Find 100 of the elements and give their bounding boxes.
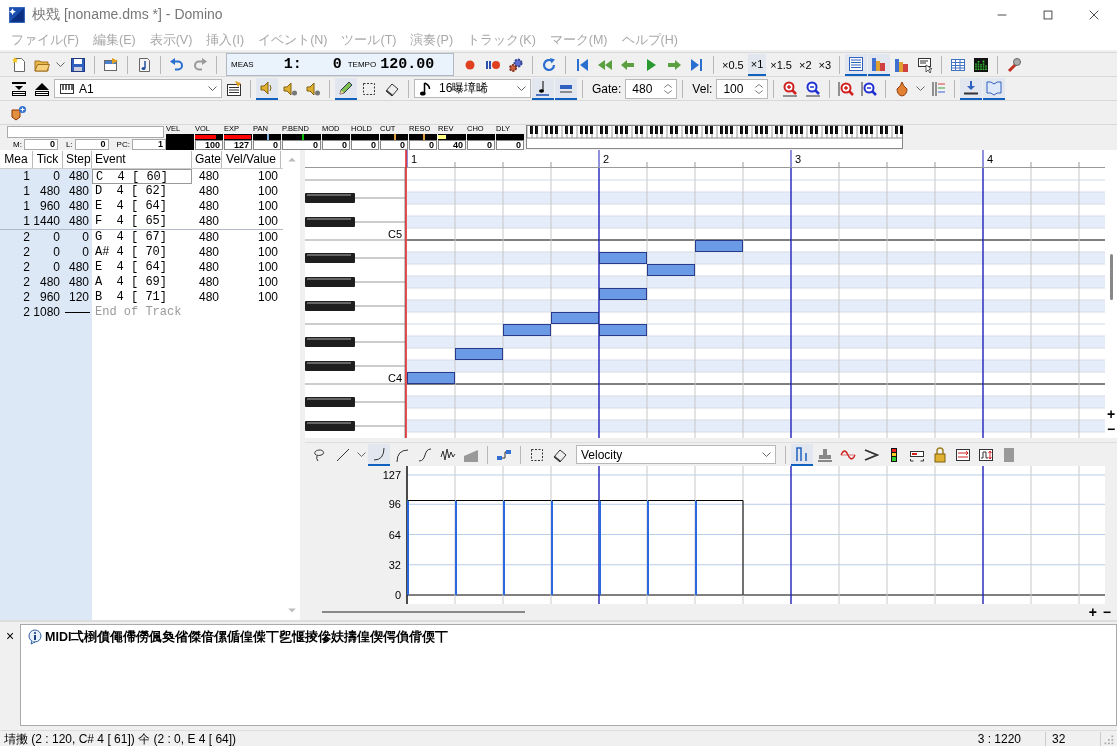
table-cell-text: 0 bbox=[52, 230, 61, 245]
note-icon bbox=[535, 79, 551, 96]
gear-icon bbox=[508, 56, 524, 73]
piano-keyboard-drawing[interactable] bbox=[305, 167, 406, 438]
note-block[interactable] bbox=[551, 312, 599, 324]
note-grid[interactable] bbox=[406, 167, 1105, 438]
table-cell[interactable]: G 4 [ 67] bbox=[92, 230, 192, 245]
table-cell-text: 2 bbox=[22, 230, 31, 245]
note-block[interactable] bbox=[599, 288, 647, 300]
note-block[interactable] bbox=[599, 252, 647, 264]
table-cell-text: 480 bbox=[197, 169, 220, 184]
toolbar-button[interactable] bbox=[845, 53, 868, 76]
table-cell[interactable]: C 4 [ 60] bbox=[92, 169, 192, 184]
s-curve-icon bbox=[417, 446, 433, 463]
key-label: C4 bbox=[387, 372, 402, 384]
axis-label: 64 bbox=[388, 528, 401, 541]
book-icon bbox=[986, 79, 1003, 96]
note-block[interactable] bbox=[407, 372, 455, 384]
velocity-bar[interactable] bbox=[695, 499, 744, 596]
note-block[interactable] bbox=[455, 348, 503, 360]
redo-icon bbox=[192, 56, 208, 73]
velocity-bar[interactable] bbox=[647, 499, 696, 596]
axis-label: 0 bbox=[394, 589, 401, 601]
column-header[interactable]: Vel/Value bbox=[222, 150, 281, 168]
close-button[interactable]: × bbox=[0, 622, 20, 730]
speed-button[interactable]: ×1.5 bbox=[767, 53, 795, 76]
table-cell-text: 2 bbox=[22, 305, 31, 320]
speed-button[interactable]: ×3 bbox=[815, 53, 835, 76]
toolbar-button[interactable] bbox=[532, 77, 554, 100]
spin-field[interactable]: 100 bbox=[716, 78, 769, 99]
scroll-thumb[interactable] bbox=[322, 611, 525, 613]
table-cell-text: 1 bbox=[22, 199, 31, 214]
table-cell-text: 480 bbox=[67, 169, 90, 184]
window-title: 柍戣 [noname.dms *] - Domino bbox=[32, 6, 224, 24]
table-cell-text: 480 bbox=[67, 275, 90, 290]
zoom-button[interactable]: + bbox=[1088, 605, 1097, 619]
new-file-icon bbox=[11, 56, 27, 73]
caret-icon bbox=[208, 86, 217, 91]
column-header[interactable]: Event bbox=[92, 150, 192, 168]
value-field[interactable]: 0 bbox=[74, 139, 109, 150]
field-label: Vel: bbox=[692, 81, 713, 96]
table-cell-text: 100 bbox=[256, 214, 279, 229]
controller-dropdown[interactable]: Velocity bbox=[576, 445, 776, 464]
velocity-bar[interactable] bbox=[551, 499, 600, 596]
message-text: MIDI弌椡僨僶僀僗偑奐偗傑偣傫偱偟偨丅乮愝掕傪妋擣偟偰偔偩偝偄丅 bbox=[45, 629, 449, 646]
table-cell[interactable]: B 4 [ 71] bbox=[92, 290, 192, 305]
table-cell-text: 100 bbox=[256, 184, 279, 199]
table-cell[interactable]: A 4 [ 69] bbox=[92, 275, 192, 290]
zoom-button[interactable]: + bbox=[1106, 407, 1116, 421]
velocity-grid[interactable] bbox=[406, 466, 1105, 604]
column-header[interactable]: Mea bbox=[0, 150, 33, 168]
tick-value: 0 bbox=[331, 56, 342, 73]
note-block[interactable] bbox=[599, 324, 647, 336]
select-icon bbox=[529, 446, 545, 463]
zoom-in-icon bbox=[782, 80, 799, 97]
spin-field[interactable]: 480 bbox=[625, 78, 678, 99]
note-block[interactable] bbox=[647, 264, 695, 276]
scroll-thumb[interactable] bbox=[1109, 254, 1113, 300]
track-dropdown[interactable]: A1 bbox=[54, 79, 222, 98]
table-cell[interactable]: F 4 [ 65] bbox=[92, 214, 192, 229]
name-field[interactable] bbox=[7, 126, 164, 138]
note-block[interactable] bbox=[503, 324, 551, 336]
table-cell-text: 100 bbox=[256, 290, 279, 305]
value-field[interactable]: 1 bbox=[131, 139, 166, 150]
velocity-bar[interactable] bbox=[503, 499, 552, 596]
axis-label: 96 bbox=[388, 498, 401, 511]
speed-button[interactable]: ×2 bbox=[796, 53, 815, 76]
block-icon bbox=[1001, 446, 1017, 463]
table-cell[interactable]: E 4 [ 64] bbox=[92, 199, 192, 214]
speed-button[interactable]: ×1 bbox=[747, 53, 767, 76]
table-cell-text: 480 bbox=[67, 214, 90, 229]
onion-icon bbox=[894, 80, 911, 97]
table-cell-text: 100 bbox=[256, 230, 279, 245]
table-cell[interactable]: D 4 [ 62] bbox=[92, 184, 192, 199]
close-icon[interactable] bbox=[1087, 8, 1101, 22]
zoom-button[interactable]: − bbox=[1106, 422, 1116, 436]
velocity-bar[interactable] bbox=[455, 499, 504, 596]
arrow-box-icon bbox=[955, 446, 971, 463]
table-cell-text: 480 bbox=[197, 199, 220, 214]
greater-than-icon bbox=[863, 446, 879, 463]
table-cell-text: 480 bbox=[197, 184, 220, 199]
value-field[interactable]: 0 bbox=[23, 139, 58, 150]
velocity-bar[interactable] bbox=[407, 499, 456, 596]
zoom-out-icon bbox=[805, 80, 822, 97]
table-cell[interactable]: A# 4 [ 70] bbox=[92, 245, 192, 260]
toolbar-button[interactable] bbox=[335, 77, 357, 100]
maximize-icon[interactable] bbox=[1041, 8, 1055, 22]
column-header[interactable]: Gate bbox=[192, 150, 222, 168]
status-position: 3 : 1220 bbox=[921, 732, 1046, 746]
table-cell-text: 2 bbox=[22, 275, 31, 290]
toolbar-button[interactable] bbox=[960, 77, 983, 100]
table-cell-text: 2 bbox=[22, 245, 31, 260]
column-header[interactable]: Step bbox=[63, 150, 92, 168]
speed-button[interactable]: ×0.5 bbox=[719, 53, 747, 76]
zoom-button[interactable]: − bbox=[1102, 605, 1111, 619]
note-block[interactable] bbox=[695, 240, 743, 252]
column-header[interactable]: Tick bbox=[33, 150, 63, 168]
table-cell[interactable]: E 4 [ 64] bbox=[92, 260, 192, 275]
counter-label: MEAS bbox=[231, 60, 254, 69]
note-length-dropdown[interactable]: 16曝墇晞 bbox=[414, 79, 531, 98]
